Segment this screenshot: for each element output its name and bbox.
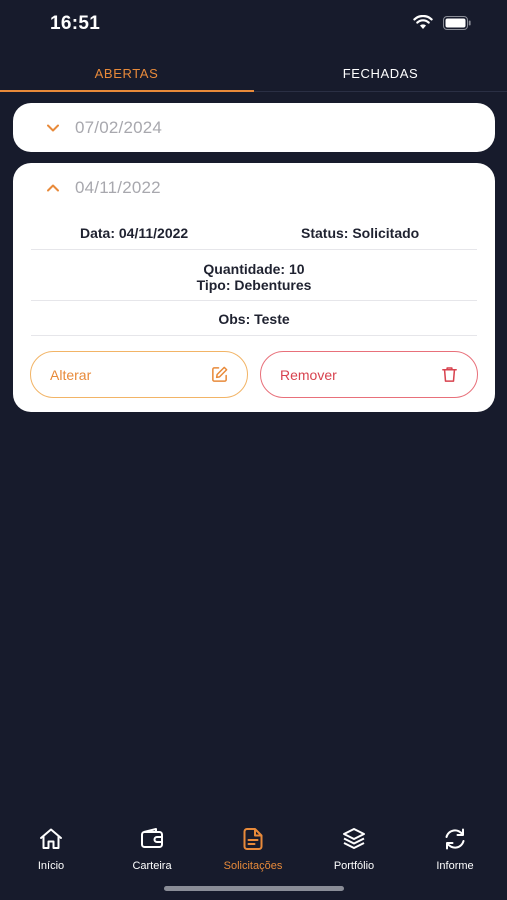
trash-icon	[442, 367, 457, 382]
status-bar: 16:51	[0, 0, 507, 50]
edit-icon	[212, 366, 228, 382]
alterar-button[interactable]: Alterar	[30, 351, 248, 398]
request-card: 07/02/2024	[13, 103, 495, 152]
nav-label: Solicitações	[223, 860, 283, 872]
nav-item-carteira[interactable]: Carteira	[102, 815, 202, 875]
nav-label: Informe	[436, 860, 474, 872]
wallet-icon	[141, 828, 163, 848]
battery-icon	[443, 15, 471, 30]
alterar-button-label: Alterar	[50, 366, 92, 383]
request-quantity-type: Quantidade: 10 Tipo: Debentures	[31, 261, 477, 293]
tab-abertas[interactable]: ABERTAS	[0, 52, 253, 94]
nav-label: Carteira	[132, 860, 172, 872]
nav-item-portfolio[interactable]: Portfólio	[304, 815, 404, 875]
nav-item-inicio[interactable]: Início	[1, 815, 101, 875]
remover-button-label: Remover	[280, 366, 337, 383]
request-obs-value: Obs: Teste	[218, 311, 290, 327]
remover-button[interactable]: Remover	[260, 351, 478, 398]
request-date: 04/11/2022	[75, 178, 161, 197]
divider	[31, 335, 477, 336]
request-data-value: Data: 04/11/2022	[80, 225, 189, 241]
request-quantity-value: Quantidade: 10	[203, 261, 305, 277]
nav-label: Início	[37, 860, 65, 872]
tab-bar: ABERTAS FECHADAS	[0, 52, 507, 94]
request-card-header[interactable]: 04/11/2022	[13, 163, 495, 213]
divider	[31, 300, 477, 301]
document-icon	[243, 828, 263, 850]
request-date: 07/02/2024	[75, 117, 163, 137]
home-icon	[40, 828, 62, 849]
tab-active-indicator	[0, 90, 254, 92]
refresh-icon	[445, 828, 465, 850]
request-card-header[interactable]: 07/02/2024	[13, 103, 495, 152]
request-type-value: Tipo: Debentures	[196, 277, 312, 293]
nav-label: Portfólio	[333, 860, 375, 872]
bottom-nav: Início Carteira Solicitações Portfólio I…	[0, 815, 507, 875]
chevron-down-icon	[47, 124, 59, 131]
nav-item-informe[interactable]: Informe	[405, 815, 505, 875]
status-time: 16:51	[50, 13, 101, 34]
nav-item-solicitacoes[interactable]: Solicitações	[203, 815, 303, 875]
layers-icon	[343, 828, 365, 849]
request-status-value: Status: Solicitado	[301, 225, 420, 241]
divider	[31, 249, 477, 250]
chevron-up-icon	[47, 184, 59, 192]
tab-fechadas[interactable]: FECHADAS	[254, 52, 507, 94]
home-indicator	[164, 886, 344, 891]
request-details-row: Data: 04/11/2022 Status: Solicitado	[31, 225, 477, 245]
request-card-expanded: 04/11/2022 Data: 04/11/2022 Status: Soli…	[13, 163, 495, 412]
wifi-icon	[413, 15, 433, 29]
status-icons	[413, 15, 471, 30]
